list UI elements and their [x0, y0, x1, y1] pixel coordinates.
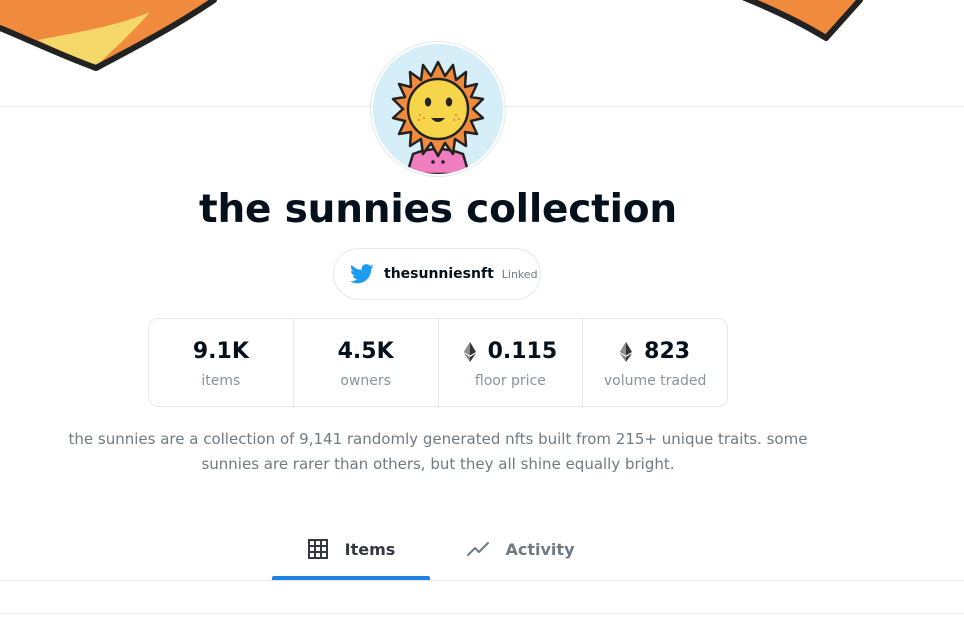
grid-icon [307, 539, 328, 559]
stat-value: 4.5K [338, 337, 394, 367]
ethereum-icon [463, 341, 476, 362]
collection-page: the sunnies collection thesunniesnft Lin… [0, 0, 964, 621]
stat-value-text: 0.115 [487, 339, 558, 364]
stat-value-text: 4.5K [337, 339, 394, 364]
content-divider [0, 613, 964, 614]
tab-label: Activity [505, 539, 575, 559]
stat-value-text: 823 [644, 339, 691, 364]
twitter-handle: thesunniesnft [384, 266, 494, 282]
collection-title: the sunnies collection [199, 187, 677, 232]
stat-owners[interactable]: 4.5K owners [294, 319, 439, 406]
stat-value: 823 [620, 337, 690, 367]
stat-label: items [201, 372, 241, 389]
tabs-divider [0, 580, 964, 581]
twitter-link-button[interactable]: thesunniesnft Linked [333, 248, 541, 300]
collection-avatar [373, 44, 503, 174]
ethereum-icon [620, 341, 633, 362]
stat-value: 9.1K [193, 337, 249, 367]
stat-label: floor price [474, 372, 546, 389]
stat-label: volume traded [603, 372, 707, 389]
linked-label: Linked [501, 267, 538, 281]
sunny-avatar-image [373, 44, 503, 174]
tab-label: Items [344, 539, 396, 559]
collection-description: the sunnies are a collection of 9,141 ra… [40, 427, 836, 477]
collection-tabs: Items Activity [272, 520, 610, 580]
stat-value: 0.115 [463, 337, 558, 367]
description-line: sunnies are rarer than others, but they … [201, 455, 675, 473]
stat-floor-price[interactable]: 0.115 floor price [439, 319, 584, 406]
activity-chart-icon [466, 542, 489, 556]
stat-value-text: 9.1K [192, 339, 249, 364]
collection-stats: 9.1K items 4.5K owners 0.115 floor price [148, 318, 728, 407]
twitter-icon [350, 264, 374, 284]
stat-items[interactable]: 9.1K items [149, 319, 294, 406]
description-line: the sunnies are a collection of 9,141 ra… [68, 430, 808, 448]
tab-items[interactable]: Items [272, 520, 430, 580]
stat-label: owners [340, 372, 391, 389]
tab-activity[interactable]: Activity [430, 520, 610, 578]
stat-volume-traded[interactable]: 823 volume traded [583, 319, 727, 406]
